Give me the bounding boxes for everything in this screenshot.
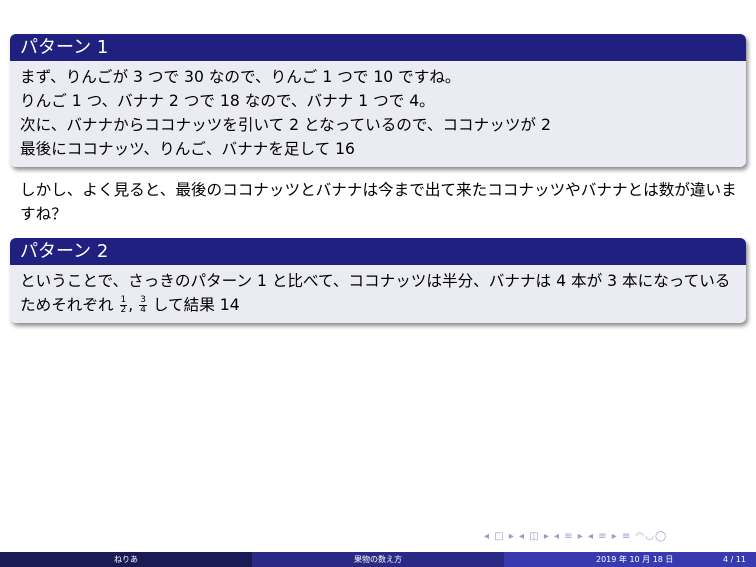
block-pattern-1: パターン 1 まず、りんごが 3 つで 30 なので、りんご 1 つで 10 で…	[10, 34, 746, 167]
block-body: まず、りんごが 3 つで 30 なので、りんご 1 つで 10 ですね。 りんご…	[10, 61, 746, 167]
block-text: して結果 14	[152, 296, 240, 314]
footer-title: 果物の数え方	[252, 552, 504, 567]
block-title: パターン 2	[10, 238, 746, 265]
block-pattern-2: パターン 2 ということで、さっきのパターン 1 と比べて、ココナッツは半分、バ…	[10, 238, 746, 323]
navigation-symbols[interactable]: ◂ □ ▸ ◂ ◫ ▸ ◂ ≡ ▸ ◂ ≡ ▸ ≡ ◠◡◯	[484, 531, 667, 542]
block-line: 次に、バナナからココナッツを引いて 2 となっているので、ココナッツが 2	[20, 116, 551, 134]
fraction-denominator: 2	[120, 305, 127, 315]
footer-date: 2019 年 10 月 18 日	[596, 555, 674, 564]
block-line: りんご 1 つ、バナナ 2 つで 18 なので、バナナ 1 つで 4。	[20, 92, 435, 110]
block-body: ということで、さっきのパターン 1 と比べて、ココナッツは半分、バナナは 4 本…	[10, 265, 746, 323]
block-title: パターン 1	[10, 34, 746, 61]
paragraph: しかし、よく見ると、最後のココナッツとバナナは今まで出て来たココナッツやバナナと…	[20, 181, 737, 223]
comma: ,	[128, 296, 134, 314]
fraction-denominator: 4	[140, 305, 146, 315]
block-line: 最後にココナッツ、りんご、バナナを足して 16	[20, 140, 355, 158]
footer-author: ねりあ	[0, 552, 252, 567]
footer-page-number: 4 / 11	[722, 555, 746, 564]
fraction: 34	[139, 296, 147, 315]
block-line: まず、りんごが 3 つで 30 なので、りんご 1 つで 10 ですね。	[20, 68, 461, 86]
fraction: 12	[119, 296, 128, 315]
footer: ねりあ 果物の数え方 2019 年 10 月 18 日 4 / 11	[0, 552, 756, 567]
footer-info: 2019 年 10 月 18 日 4 / 11	[504, 552, 756, 567]
